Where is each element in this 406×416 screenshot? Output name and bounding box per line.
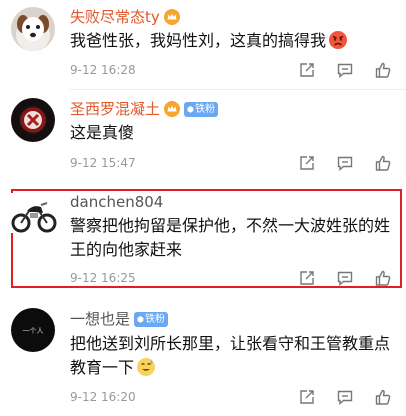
username[interactable]: 失败尽常态ty xyxy=(70,6,160,28)
like-icon[interactable] xyxy=(374,61,392,79)
angry-face-emoji-icon xyxy=(329,31,348,49)
fan-badge: ⬢ 铁粉 xyxy=(134,311,168,327)
crown-badge-icon xyxy=(163,9,180,25)
reply-icon[interactable] xyxy=(336,269,354,287)
avatar[interactable] xyxy=(11,193,57,233)
fan-badge-icon: ⬢ xyxy=(137,314,144,324)
crown-badge-icon xyxy=(164,101,181,117)
avatar[interactable] xyxy=(11,7,55,51)
comment-text: 把他送到刘所长那里，让张看守和王管教重点教育一下 xyxy=(70,334,391,377)
reply-icon[interactable] xyxy=(336,388,354,406)
fan-badge: ⬢ 铁粉 xyxy=(184,101,218,117)
username[interactable]: 一想也是 xyxy=(70,308,130,330)
timestamp: 9-12 16:25 xyxy=(70,271,136,285)
timestamp: 9-12 15:47 xyxy=(70,156,136,170)
like-icon[interactable] xyxy=(374,388,392,406)
reply-icon[interactable] xyxy=(336,154,354,172)
comment-text: 警察把他拘留是保护他，不然一大波姓张的姓王的向他家赶来 xyxy=(70,216,391,259)
comment-text: 这是真傻 xyxy=(70,123,135,142)
username[interactable]: danchen804 xyxy=(70,191,163,213)
share-icon[interactable] xyxy=(298,388,316,406)
fan-badge-icon: ⬢ xyxy=(187,104,194,114)
timestamp: 9-12 16:28 xyxy=(70,63,136,77)
avatar-text: 一个人 xyxy=(23,327,44,335)
like-icon[interactable] xyxy=(374,154,392,172)
like-icon[interactable] xyxy=(374,269,392,287)
comment-item: 圣西罗混凝土 ⬢ 铁粉 这是真傻 9-12 15:47 xyxy=(0,90,406,182)
avatar[interactable]: 一个人 xyxy=(11,308,55,352)
comment-item: danchen804 警察把他拘留是保护他，不然一大波姓张的姓王的向他家赶来 9… xyxy=(0,189,406,288)
reply-icon[interactable] xyxy=(336,61,354,79)
share-icon[interactable] xyxy=(298,154,316,172)
username[interactable]: 圣西罗混凝土 xyxy=(70,98,160,120)
timestamp: 9-12 16:20 xyxy=(70,390,136,404)
share-icon[interactable] xyxy=(298,61,316,79)
comment-item: 失败尽常态ty 我爸性张，我妈性刘，这真的搞得我 9-12 16:28 xyxy=(0,0,406,90)
comment-item: 一个人 一想也是 ⬢ 铁粉 把他送到刘所长那里，让张看守和王管教重点教育一下 9-… xyxy=(0,302,406,416)
share-icon[interactable] xyxy=(298,269,316,287)
sweat-smile-face-emoji-icon xyxy=(137,358,156,376)
comment-text: 我爸性张，我妈性刘，这真的搞得我 xyxy=(70,31,327,50)
avatar[interactable] xyxy=(11,98,55,142)
